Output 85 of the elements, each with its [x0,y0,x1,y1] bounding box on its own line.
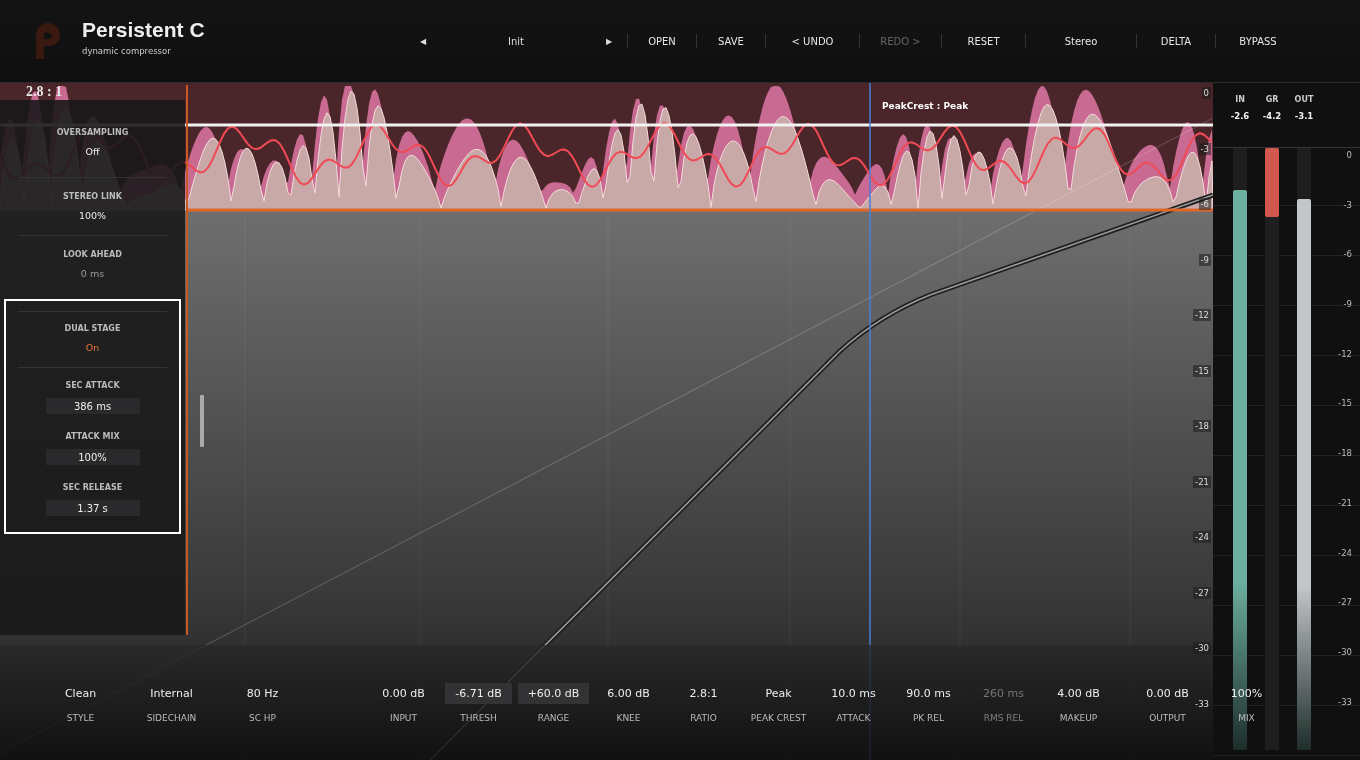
setting-value[interactable]: 100% [78,210,107,221]
meter-scale-label: -15 [1338,397,1352,411]
meter-reading: -4.2 [1261,111,1283,121]
meter-scale-label: -21 [1338,496,1352,510]
parameter-label: PK REL [912,712,945,723]
parameter-label: INPUT [390,712,417,723]
meter-scale-label: -6 [1343,248,1352,262]
plugin-title: Persistent C [82,18,205,42]
axis-label: -18 [1193,420,1211,432]
ratio-readout: 2.8 : 1 [26,84,63,99]
parameter-label: PEAK CREST [750,712,807,723]
meter-label: IN [1234,95,1246,104]
meter-reading: -2.6 [1229,111,1251,121]
axis-label: -3 [1198,142,1211,155]
parameter-label: RMS REL [983,712,1024,723]
setting-field[interactable]: 386 ms [45,398,140,414]
scroll-handle[interactable] [200,395,204,447]
parameter-label: RATIO [690,712,717,723]
toolbar-button[interactable]: SAVE [697,35,765,47]
axis-label: -15 [1193,364,1211,377]
meter-label: OUT [1293,95,1315,104]
parameter-value[interactable]: 6.00 dB [597,682,660,704]
meter-scale-label: -27 [1338,596,1352,610]
parameter-label: THRESH [460,712,497,723]
meter-scale-label: -18 [1338,447,1352,461]
parameter-value[interactable]: 2.8:1 [679,682,728,704]
parameter-value[interactable]: 0.00 dB [372,682,435,704]
meter-scale-label: -12 [1338,347,1352,361]
next-preset-button[interactable]: ▶ [606,36,612,46]
preset-name[interactable]: Init [508,35,524,47]
parameter-value[interactable]: 80 Hz [236,682,289,704]
parameter-label: ATTACK [836,712,871,723]
parameter-value[interactable]: Peak [755,682,802,704]
meter-scale-label: -30 [1338,645,1352,659]
meter-scale-label: -3 [1343,198,1352,212]
parameter-value[interactable]: 10.0 ms [821,682,886,704]
setting-label: OVERSAMPLING [56,128,129,137]
axis-label: -21 [1193,475,1211,488]
axis-label: -6 [1198,198,1211,210]
parameter-value[interactable]: 90.0 ms [896,682,961,704]
parameter-label: OUTPUT [1149,712,1186,723]
toolbar-button[interactable]: BYPASS [1216,35,1300,47]
parameter-value[interactable]: -6.71 dB [445,682,512,704]
axis-label: -12 [1193,309,1211,321]
setting-label: ATTACK MIX [65,432,120,441]
setting-value[interactable]: On [85,342,100,353]
previous-preset-button[interactable]: ◀ [420,36,426,46]
meter-scale-label: -9 [1343,298,1352,312]
setting-label: DUAL STAGE [64,324,121,333]
setting-label: SEC RELEASE [62,483,123,492]
axis-label: 0 [1201,87,1211,99]
parameter-value[interactable]: +60.0 dB [517,682,590,704]
threshold-line[interactable] [187,208,1213,212]
parameter-label: KNEE [616,712,641,723]
parameter-value[interactable]: 4.00 dB [1047,682,1110,704]
setting-label: STEREO LINK [63,192,122,201]
parameter-label: MAKEUP [1059,712,1098,723]
meter-scale-label: -24 [1338,546,1352,560]
parameter-value[interactable]: 100% [1220,682,1273,704]
toolbar-button[interactable]: DELTA [1137,35,1215,47]
toolbar-button[interactable]: RESET [942,35,1025,47]
parameter-value[interactable]: Internal [140,682,203,704]
axis-label: -24 [1193,531,1211,543]
detection-mode-label: PeakCrest : Peak [882,101,969,111]
meter-scale-label: -33 [1338,695,1352,709]
plugin-subtitle: dynamic compressor [82,46,172,56]
axis-label: -27 [1193,586,1211,599]
setting-value[interactable]: Off [85,146,100,157]
toolbar-button[interactable]: Stereo [1026,35,1136,47]
toolbar-button[interactable]: OPEN [628,35,696,47]
setting-field[interactable]: 100% [45,449,140,465]
parameter-label: STYLE [66,712,95,723]
parameter-value[interactable]: Clean [54,682,107,704]
parameter-label: MIX [1238,712,1255,723]
meter-label: GR [1264,95,1280,104]
parameter-label: SIDECHAIN [146,712,197,723]
toolbar-button[interactable]: < UNDO [766,35,859,47]
meter-reading: -3.1 [1293,111,1315,121]
setting-label: SEC ATTACK [65,381,120,390]
meter-scale-label: 0 [1346,149,1352,162]
parameter-label: SC HP [248,712,277,723]
axis-label: -9 [1198,253,1211,266]
setting-label: LOOK AHEAD [63,250,122,259]
setting-field[interactable]: 1.37 s [45,500,140,516]
parameter-label: RANGE [537,712,570,723]
